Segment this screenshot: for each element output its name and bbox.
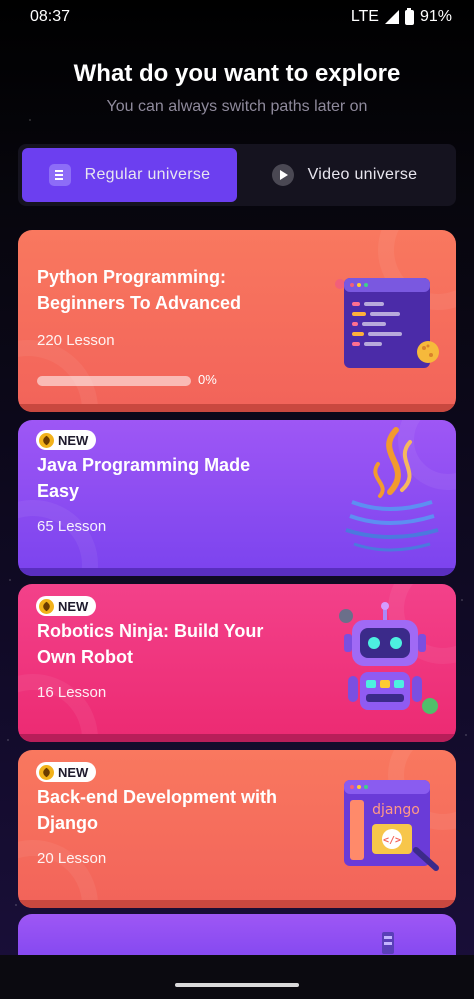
course-lesson-count: 220 Lesson (37, 332, 115, 349)
new-badge: NEW (36, 596, 97, 616)
battery-level: 91% (419, 8, 452, 25)
svg-text:</>: </> (383, 835, 401, 846)
play-icon (271, 164, 294, 186)
battery-icon (404, 7, 414, 25)
universe-toggle: Regular universe Video universe (18, 144, 456, 206)
java-coffee-icon (345, 427, 439, 552)
new-badge-label: NEW (58, 432, 89, 448)
rocket-icon (39, 598, 54, 614)
course-title: Java Programming Made Easy (37, 455, 251, 501)
navigation-bar (0, 955, 474, 999)
course-lesson-count: 65 Lesson (37, 518, 107, 535)
new-badge: NEW (36, 430, 97, 450)
network-type: LTE (350, 8, 379, 25)
status-indicators: LTE 91% (350, 7, 452, 26)
course-card-java[interactable]: NEW Java Programming Made Easy 65 Lesson (18, 420, 456, 576)
card-bottom-edge (18, 568, 456, 576)
django-window-icon: django </> (344, 780, 439, 871)
course-title: Back-end Development with Django (37, 787, 278, 833)
page-subtitle: You can always switch paths later on (106, 98, 368, 115)
course-lesson-count: 20 Lesson (37, 850, 107, 867)
new-badge-label: NEW (58, 764, 89, 780)
card-decoration (18, 500, 98, 576)
card-bottom-edge (18, 404, 456, 412)
course-progress-bar (37, 376, 191, 386)
header: What do you want to explore You can alwa… (0, 60, 474, 116)
course-title: Python Programming: Beginners To Advance… (37, 267, 242, 313)
video-universe-tab[interactable]: Video universe (237, 148, 452, 202)
course-title: Robotics Ninja: Build Your Own Robot (37, 621, 264, 667)
code-window-icon (335, 278, 439, 368)
card-bottom-edge (18, 900, 456, 908)
regular-universe-tab[interactable]: Regular universe (22, 148, 237, 202)
server-icon (382, 932, 394, 954)
course-lesson-count: 16 Lesson (37, 684, 107, 701)
status-bar: 08:37 LTE 91% (0, 0, 474, 34)
rocket-icon (39, 764, 54, 780)
robot-icon (339, 602, 438, 714)
status-time: 08:37 (30, 8, 71, 25)
course-card-robotics[interactable]: NEW Robotics Ninja: Build Your Own Robot… (18, 584, 456, 742)
document-icon (48, 164, 71, 186)
rocket-icon (39, 432, 54, 448)
home-indicator[interactable] (175, 983, 299, 987)
course-progress-text: 0% (198, 372, 217, 387)
course-card-python[interactable]: Python Programming: Beginners To Advance… (18, 230, 456, 412)
new-badge-label: NEW (58, 598, 89, 614)
regular-universe-label: Regular universe (84, 166, 211, 183)
course-card-django[interactable]: NEW Back-end Development with Django 20 … (18, 750, 456, 908)
django-logo-text: django (372, 802, 420, 818)
page-title: What do you want to explore (73, 60, 401, 87)
video-universe-label: Video universe (307, 166, 418, 183)
signal-icon (384, 10, 399, 24)
new-badge: NEW (36, 762, 97, 782)
card-bottom-edge (18, 734, 456, 742)
